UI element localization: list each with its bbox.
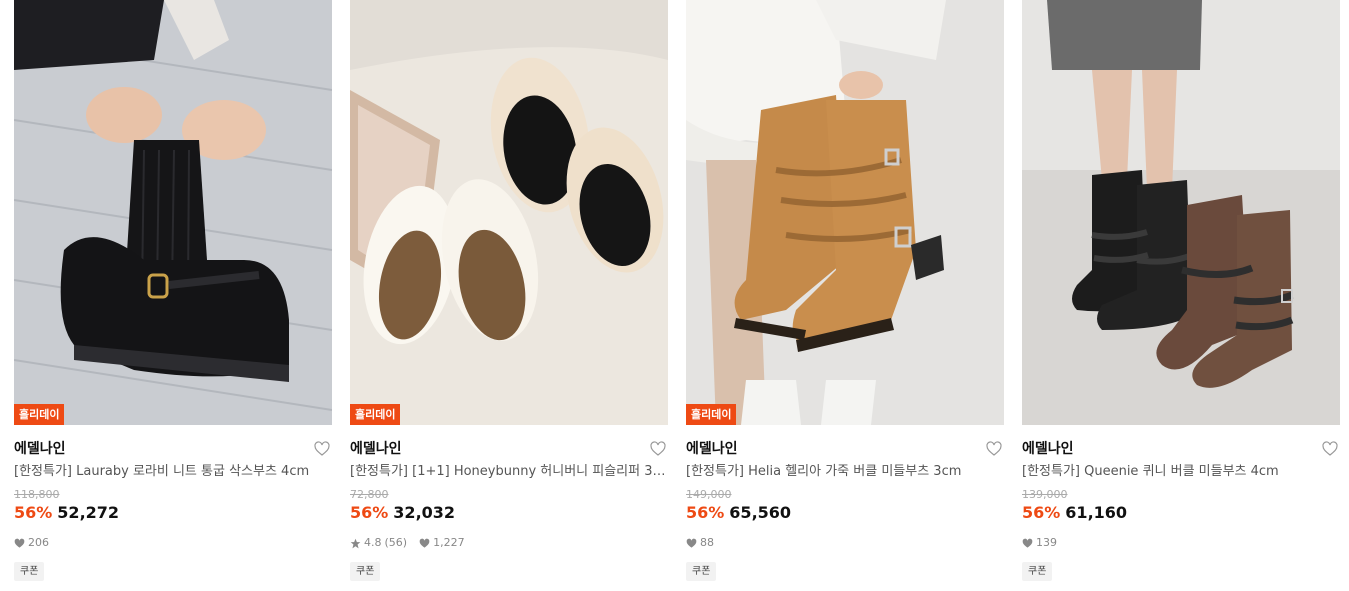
discount-rate: 56% bbox=[1022, 503, 1061, 522]
heart-filled-icon bbox=[14, 538, 25, 548]
product-grid: 홀리데이 에델나인 [한정특가] Lauraby 로라비 니트 통굽 삭스부츠 … bbox=[0, 0, 1349, 591]
price-row: 56% 52,272 bbox=[14, 502, 332, 524]
heart-outline-icon[interactable] bbox=[650, 441, 666, 457]
brand-name[interactable]: 에델나인 bbox=[1022, 439, 1340, 459]
coupon-tag: 쿠폰 bbox=[350, 562, 381, 581]
black-knit-sock-loafer-photo bbox=[14, 0, 332, 425]
heart-filled-icon bbox=[1022, 538, 1033, 548]
product-name[interactable]: [한정특가] Lauraby 로라비 니트 통굽 삭스부츠 4cm bbox=[14, 463, 332, 481]
sale-price: 65,560 bbox=[729, 503, 792, 522]
camel-buckle-boots-photo bbox=[686, 0, 1004, 425]
rating-value: 4.8 bbox=[364, 536, 382, 549]
discount-rate: 56% bbox=[686, 503, 725, 522]
product-image[interactable]: 홀리데이 bbox=[350, 0, 668, 425]
sale-price: 32,032 bbox=[393, 503, 456, 522]
original-price: 118,800 bbox=[14, 488, 60, 501]
product-image[interactable]: 홀리데이 bbox=[686, 0, 1004, 425]
heart-filled-icon bbox=[686, 538, 697, 548]
brand-name[interactable]: 에델나인 bbox=[14, 439, 332, 459]
coupon-tag: 쿠폰 bbox=[14, 562, 45, 581]
discount-rate: 56% bbox=[14, 503, 53, 522]
like-count: 1,227 bbox=[433, 536, 465, 549]
heart-outline-icon[interactable] bbox=[986, 441, 1002, 457]
discount-rate: 56% bbox=[350, 503, 389, 522]
coupon-tag: 쿠폰 bbox=[686, 562, 717, 581]
like-count: 139 bbox=[1036, 536, 1057, 549]
holiday-badge: 홀리데이 bbox=[686, 404, 737, 425]
product-meta: 206 bbox=[14, 536, 332, 550]
price-row: 56% 32,032 bbox=[350, 502, 668, 524]
holiday-badge: 홀리데이 bbox=[14, 404, 65, 425]
product-card[interactable]: 홀리데이 에델나인 [한정특가] Lauraby 로라비 니트 통굽 삭스부츠 … bbox=[14, 0, 332, 591]
brand-name[interactable]: 에델나인 bbox=[686, 439, 1004, 459]
price-row: 56% 61,160 bbox=[1022, 502, 1340, 524]
brand-name[interactable]: 에델나인 bbox=[350, 439, 668, 459]
star-icon bbox=[350, 538, 361, 548]
original-price: 149,000 bbox=[686, 488, 732, 501]
fur-slipper-photo bbox=[350, 0, 668, 425]
original-price: 139,000 bbox=[1022, 488, 1068, 501]
coupon-tag: 쿠폰 bbox=[1022, 562, 1053, 581]
heart-outline-icon[interactable] bbox=[314, 441, 330, 457]
product-meta: 88 bbox=[686, 536, 1004, 550]
price-row: 56% 65,560 bbox=[686, 502, 1004, 524]
like-count: 88 bbox=[700, 536, 714, 549]
original-price: 72,800 bbox=[350, 488, 389, 501]
product-image[interactable]: 홀리데이 bbox=[14, 0, 332, 425]
product-card[interactable]: 홀리데이 에델나인 [한정특가] [1+1] Honeybunny 허니버니 피… bbox=[350, 0, 668, 591]
product-meta: 4.8 (56) 1,227 bbox=[350, 536, 668, 550]
heart-filled-icon bbox=[419, 538, 430, 548]
sale-price: 52,272 bbox=[57, 503, 120, 522]
product-name[interactable]: [한정특가] Helia 헬리아 가죽 버클 미들부츠 3cm bbox=[686, 463, 1004, 481]
sale-price: 61,160 bbox=[1065, 503, 1128, 522]
product-meta: 139 bbox=[1022, 536, 1340, 550]
heart-outline-icon[interactable] bbox=[1322, 441, 1338, 457]
holiday-badge: 홀리데이 bbox=[350, 404, 401, 425]
review-count: (56) bbox=[384, 536, 408, 549]
like-count: 206 bbox=[28, 536, 49, 549]
black-brown-buckle-boots-photo bbox=[1022, 0, 1340, 425]
product-name[interactable]: [한정특가] Queenie 퀴니 버클 미들부츠 4cm bbox=[1022, 463, 1340, 481]
product-name[interactable]: [한정특가] [1+1] Honeybunny 허니버니 피슬리퍼 3cm bbox=[350, 463, 668, 481]
product-image[interactable] bbox=[1022, 0, 1340, 425]
product-card[interactable]: 에델나인 [한정특가] Queenie 퀴니 버클 미들부츠 4cm 139,0… bbox=[1022, 0, 1340, 591]
product-card[interactable]: 홀리데이 에델나인 [한정특가] Helia 헬리아 가죽 버클 미들부츠 3c… bbox=[686, 0, 1004, 591]
